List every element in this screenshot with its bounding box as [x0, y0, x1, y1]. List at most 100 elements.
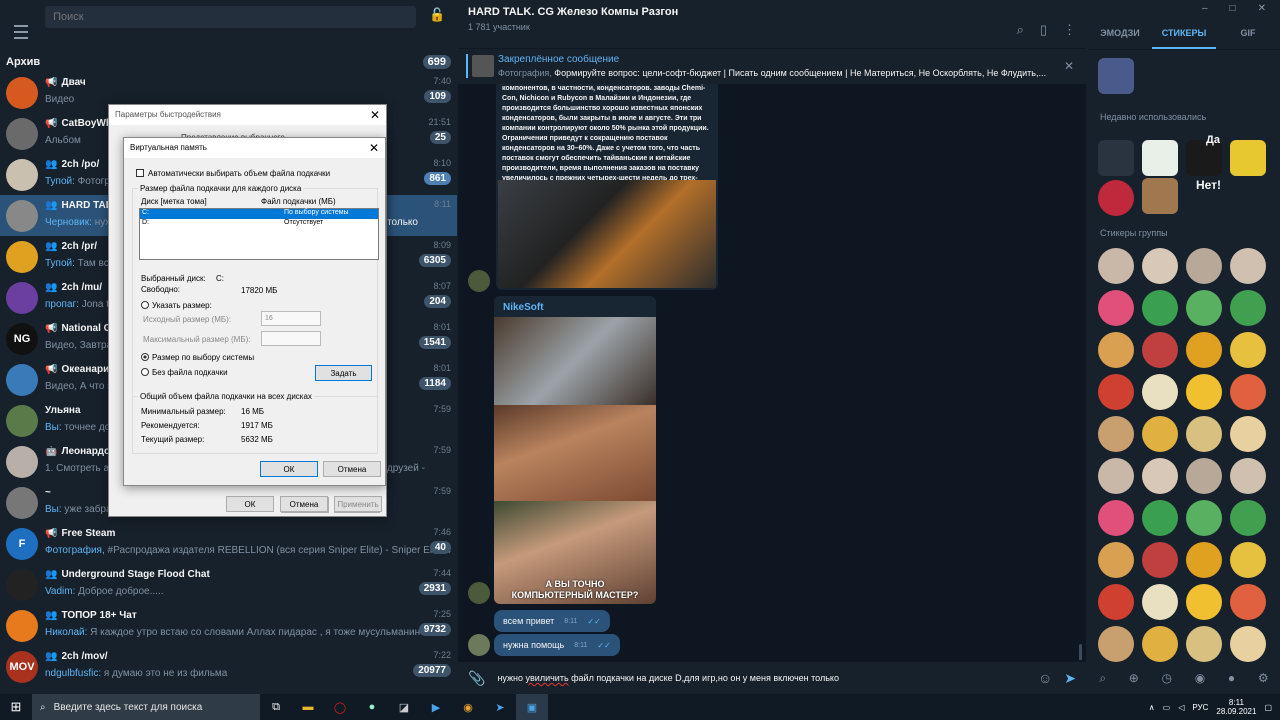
more-icon[interactable]: ⋮: [1063, 22, 1076, 38]
tab-emoji[interactable]: ЭМОДЗИ: [1088, 18, 1152, 49]
notification-icon[interactable]: ▢: [1264, 703, 1272, 712]
scrollbar[interactable]: [1079, 644, 1082, 660]
close-icon[interactable]: ✕: [370, 108, 380, 122]
windows-start-icon[interactable]: ⊞: [0, 694, 32, 720]
close-icon[interactable]: ✕: [1064, 59, 1074, 73]
set-button[interactable]: Задать: [315, 365, 372, 381]
sticker[interactable]: [1098, 180, 1134, 216]
pack-icon[interactable]: ●: [1228, 671, 1235, 685]
tab-gif[interactable]: GIF: [1216, 18, 1280, 49]
search-icon[interactable]: ⌕: [1099, 671, 1106, 686]
sticker[interactable]: [1230, 542, 1266, 578]
max-size-input[interactable]: [261, 331, 321, 346]
sticker[interactable]: [1186, 248, 1222, 284]
message-bubble[interactable]: нужна помощь 8:11 ✓✓: [494, 634, 620, 656]
sticker[interactable]: [1098, 542, 1134, 578]
list-item[interactable]: D: Отсутствует: [140, 219, 378, 229]
language-indicator[interactable]: РУС: [1192, 703, 1208, 712]
sticker[interactable]: [1186, 500, 1222, 536]
chat-item[interactable]: 👥 Underground Stage Flood Chat Vadim: Доб…: [0, 564, 457, 605]
settings-icon[interactable]: ⚙: [1258, 671, 1269, 685]
lock-icon[interactable]: 🔓: [428, 7, 447, 27]
pinned-message[interactable]: Закреплённое сообщение Фотография, Форми…: [458, 48, 1086, 84]
send-icon[interactable]: ➤: [1064, 670, 1076, 687]
sticker[interactable]: [1186, 290, 1222, 326]
sticker[interactable]: [1186, 626, 1222, 662]
sticker[interactable]: [1098, 626, 1134, 662]
sticker[interactable]: [1142, 542, 1178, 578]
chevron-up-icon[interactable]: ∧: [1149, 703, 1155, 712]
steam-icon[interactable]: ●: [356, 694, 388, 720]
search-input[interactable]: [45, 6, 416, 28]
auto-checkbox[interactable]: Автоматически выбирать объем файла подка…: [136, 169, 330, 178]
sticker[interactable]: [1186, 458, 1222, 494]
sticker-pack-icon[interactable]: [1098, 58, 1134, 94]
sticker[interactable]: [1142, 458, 1178, 494]
tab-stickers[interactable]: СТИКЕРЫ: [1152, 18, 1216, 49]
sticker[interactable]: [1098, 290, 1134, 326]
menu-icon[interactable]: [10, 20, 33, 44]
gif-image[interactable]: [494, 317, 656, 405]
sticker[interactable]: [1230, 248, 1266, 284]
sticker[interactable]: [1098, 458, 1134, 494]
sticker[interactable]: [1142, 248, 1178, 284]
avatar[interactable]: [468, 634, 490, 656]
avatar[interactable]: [468, 582, 490, 604]
sticker[interactable]: [1230, 416, 1266, 452]
sticker[interactable]: [1230, 584, 1266, 620]
taskbar-search[interactable]: ⌕ Введите здесь текст для поиска: [32, 694, 260, 720]
task-view-icon[interactable]: ⧉: [260, 694, 292, 720]
gif-image[interactable]: [494, 405, 656, 501]
file-explorer-icon[interactable]: ▬: [292, 694, 324, 720]
sticker[interactable]: [1230, 374, 1266, 410]
close-window-button[interactable]: ✕: [1258, 3, 1266, 14]
sticker[interactable]: [1142, 626, 1178, 662]
sticker[interactable]: [1186, 374, 1222, 410]
powershell-icon[interactable]: ▶: [420, 694, 452, 720]
telegram-icon[interactable]: ➤: [484, 694, 516, 720]
sticker[interactable]: [1230, 332, 1266, 368]
chat-item[interactable]: 👥 ТОПОР 18+ Чат Николай: Я каждое утро вс…: [0, 605, 457, 646]
message-bubble[interactable]: всем привет 8:11 ✓✓: [494, 610, 610, 632]
sticker[interactable]: [1186, 542, 1222, 578]
search-icon[interactable]: ⌕: [1017, 22, 1024, 38]
sticker[interactable]: [1142, 290, 1178, 326]
pack-icon[interactable]: ◉: [1195, 671, 1205, 685]
gif-image[interactable]: А ВЫ ТОЧНО КОМПЬЮТЕРНЫЙ МАСТЕР?: [494, 501, 656, 604]
cancel-button[interactable]: Отмена: [280, 496, 328, 512]
post-image[interactable]: [498, 180, 716, 288]
sticker[interactable]: [1142, 416, 1178, 452]
sticker[interactable]: [1186, 416, 1222, 452]
disk-list[interactable]: C: По выбору системы D: Отсутствует: [139, 208, 379, 260]
avatar[interactable]: [468, 270, 490, 292]
sticker[interactable]: [1142, 500, 1178, 536]
maximize-button[interactable]: □: [1230, 3, 1236, 14]
sticker[interactable]: [1230, 626, 1266, 662]
attach-icon[interactable]: 📎: [468, 670, 485, 687]
no-paging-radio[interactable]: Без файла подкачки: [141, 368, 228, 377]
sender-name[interactable]: NikeSoft: [494, 296, 656, 317]
network-icon[interactable]: ▭: [1163, 703, 1171, 712]
sticker[interactable]: [1098, 374, 1134, 410]
sticker[interactable]: [1142, 332, 1178, 368]
apply-button[interactable]: Применить: [334, 496, 382, 512]
sticker[interactable]: [1098, 584, 1134, 620]
system-properties-icon[interactable]: ▣: [516, 694, 548, 720]
opera-icon[interactable]: ◯: [324, 694, 356, 720]
chat-item[interactable]: MOV 👥 2ch /mov/ ndgulbfusfic: я думаю это…: [0, 646, 457, 687]
sidebar-toggle-icon[interactable]: ▯: [1040, 22, 1047, 38]
sticker[interactable]: [1098, 248, 1134, 284]
chat-header[interactable]: HARD TALK. CG Железо Компы Разгон 1 781 …: [458, 0, 1086, 48]
system-size-radio[interactable]: Размер по выбору системы: [141, 353, 254, 362]
volume-icon[interactable]: ◁: [1178, 703, 1184, 712]
sticker[interactable]: [1098, 416, 1134, 452]
sticker[interactable]: [1142, 584, 1178, 620]
app-icon[interactable]: ◪: [388, 694, 420, 720]
cancel-button[interactable]: Отмена: [323, 461, 381, 477]
sticker[interactable]: [1230, 500, 1266, 536]
sticker[interactable]: [1230, 290, 1266, 326]
sticker[interactable]: [1230, 458, 1266, 494]
recent-icon[interactable]: ◷: [1162, 671, 1172, 685]
clock[interactable]: 8:11 28.09.2021: [1216, 698, 1256, 716]
sticker[interactable]: [1142, 178, 1178, 214]
